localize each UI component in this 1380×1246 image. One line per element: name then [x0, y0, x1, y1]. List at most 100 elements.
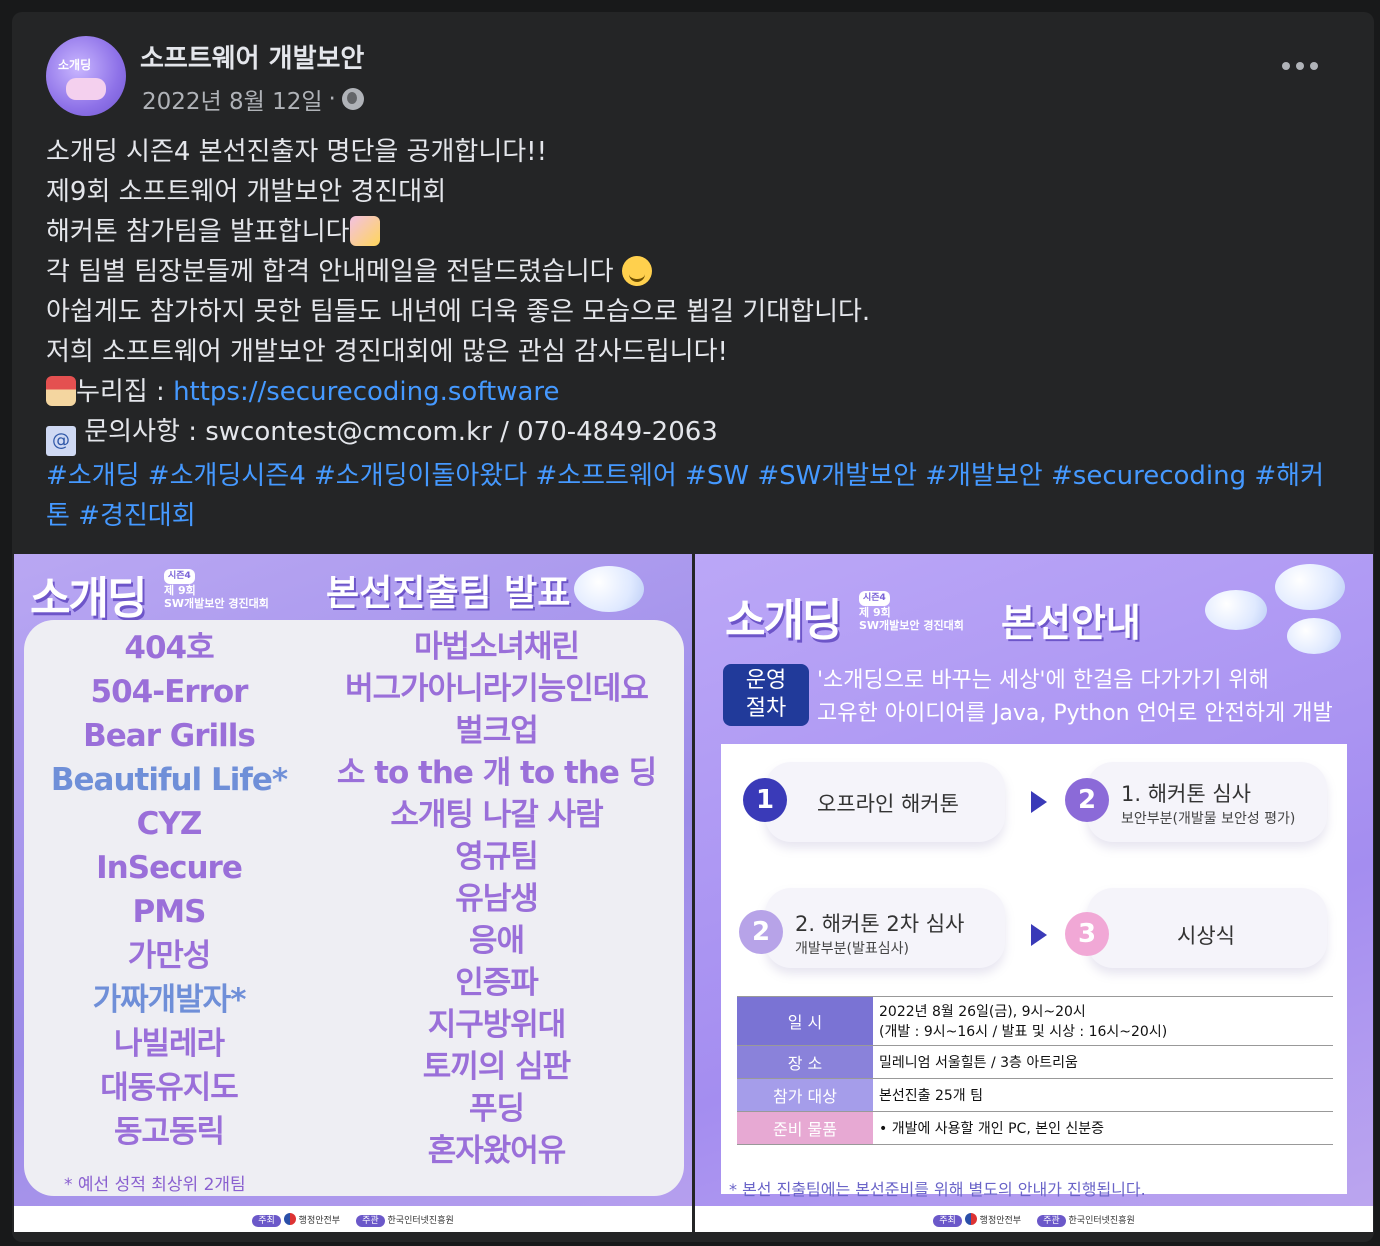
house-icon	[46, 376, 76, 406]
procedure-steps: 1 오프라인 해커톤 2 1. 해커톤 심사 보안부분(개발물 보안성 평가) …	[721, 744, 1347, 1194]
team-name-top-qualifier: 가짜개발자*	[92, 982, 247, 1018]
organizer-name: 한국인터넷진흥원	[387, 1215, 454, 1226]
step-title: 1. 해커톤 심사	[1121, 782, 1251, 806]
organizer-name: 한국인터넷진흥원	[1068, 1215, 1135, 1226]
team-name: 404호	[124, 630, 214, 666]
season-badge: 시즌4	[859, 591, 890, 606]
host-group: 주최 행정안전부	[252, 1212, 341, 1227]
team-name: 소개팅 나갈 사람	[390, 797, 603, 833]
team-name: 인증파	[455, 965, 539, 1001]
meta-separator: ·	[328, 86, 336, 112]
final-info-image[interactable]: 소개딩 시즌4 제 9회 SW개발보안 경진대회 본선안내 운영 절차 '소개딩…	[695, 554, 1373, 1232]
page-name[interactable]: 소프트웨어 개발보안	[140, 38, 364, 75]
table-value: • 개발에 사용할 개인 PC, 본인 신분증	[873, 1111, 1333, 1145]
post-date[interactable]: 2022년 8월 12일	[142, 82, 323, 116]
contact-text: 문의사항 : swcontest@cmcom.kr / 070-4849-206…	[76, 417, 718, 447]
team-name: 벌크업	[455, 713, 539, 749]
host-name: 행정안전부	[298, 1215, 341, 1226]
homepage-link[interactable]: https://securecoding.software	[173, 377, 559, 407]
table-value: 밀레니엄 서울힐튼 / 3층 아트리움	[873, 1045, 1333, 1079]
team-name: 동고동릭	[113, 1114, 225, 1150]
post-line: 아쉽게도 참가하지 못한 팀들도 내년에 더욱 좋은 모습으로 뵙길 기대합니다…	[46, 297, 871, 327]
step-number: 1	[743, 778, 787, 822]
table-row: 일 시 2022년 8월 26일(금), 9시~20시 (개발 : 9시~16시 …	[737, 996, 1333, 1046]
team-name: 나빌레라	[113, 1026, 225, 1062]
team-name-top-qualifier: Beautiful Life*	[50, 762, 288, 798]
government-seal-icon	[283, 1212, 296, 1225]
team-name: 504-Error	[90, 674, 249, 710]
post-meta: 2022년 8월 12일 ·	[142, 82, 364, 116]
post-line-text: 각 팀별 팀장분들께 합격 안내메일을 전달드렸습니다	[46, 257, 614, 287]
dot-icon	[1310, 62, 1318, 70]
host-label: 주최	[933, 1214, 962, 1227]
season-badge: 시즌4	[164, 569, 195, 584]
dot-icon	[1282, 62, 1290, 70]
table-value: 2022년 8월 26일(금), 9시~20시 (개발 : 9시~16시 / 발표…	[873, 996, 1333, 1046]
table-row: 장 소 밀레니엄 서울힐튼 / 3층 아트리움	[737, 1045, 1333, 1079]
edition-text: 제 9회	[164, 584, 196, 597]
sponsor-footer: 주최 행정안전부 주관 한국인터넷진흥원	[695, 1206, 1373, 1232]
host-name: 행정안전부	[979, 1215, 1022, 1226]
more-options-button[interactable]	[1282, 56, 1322, 76]
organizer-label: 주관	[1037, 1214, 1066, 1227]
table-row: 참가 대상 본선진출 25개 팀	[737, 1078, 1333, 1112]
team-name: 푸딩	[468, 1091, 525, 1127]
arrow-right-icon	[1031, 924, 1047, 946]
qualifier-note: * 예선 성적 최상위 2개팀	[64, 1175, 246, 1195]
homepage-label: 누리집 :	[76, 377, 174, 407]
operation-label: 운영 절차	[723, 664, 809, 726]
table-row: 준비 물품 • 개발에 사용할 개인 PC, 본인 신분증	[737, 1111, 1333, 1145]
team-name: 버그가아니라기능인데요	[345, 671, 649, 707]
event-logo: 소개딩	[725, 595, 842, 646]
team-name: PMS	[132, 894, 207, 930]
step-title: 2. 해커톤 2차 심사	[795, 912, 965, 936]
image-title: 본선안내	[1001, 601, 1141, 645]
teams-column-right: 마법소녀채린 버그가아니라기능인데요 벌크업 소 to the 개 to the…	[324, 626, 669, 1172]
contest-name: SW개발보안 경진대회	[859, 619, 964, 632]
facebook-post: 소개딩 소프트웨어 개발보안 2022년 8월 12일 · 소개딩 시즌4 본선…	[12, 12, 1374, 1242]
post-line: 해커톤 참가팀을 발표합니다	[46, 212, 1346, 252]
event-logo-subtitle: 시즌4 제 9회 SW개발보안 경진대회	[859, 590, 964, 632]
post-line: 각 팀별 팀장분들께 합격 안내메일을 전달드렸습니다	[46, 252, 1346, 292]
step-title: 시상식	[1177, 924, 1235, 948]
step-number: 3	[1065, 912, 1109, 956]
operation-line: '소개딩으로 바꾸는 세상'에 한걸음 다가가기 위해	[817, 668, 1269, 693]
post-line-text: 해커톤 참가팀을 발표합니다	[46, 217, 350, 247]
dot-icon	[1296, 62, 1304, 70]
post-line-homepage: 누리집 : https://securecoding.software	[46, 372, 1346, 412]
table-key: 장 소	[737, 1045, 873, 1079]
globe-icon[interactable]	[341, 88, 364, 110]
team-name: 지구방위대	[427, 1007, 567, 1043]
step-number: 2	[739, 910, 783, 954]
team-name: 유남생	[455, 881, 539, 917]
organizer-label: 주관	[356, 1214, 385, 1227]
sponsor-footer: 주최 행정안전부 주관 한국인터넷진흥원	[14, 1206, 692, 1232]
cloud-decoration	[1205, 590, 1267, 630]
step-number: 2	[1065, 778, 1109, 822]
host-group: 주최 행정안전부	[933, 1212, 1022, 1227]
table-value-line: 2022년 8월 26일(금), 9시~20시	[879, 1004, 1086, 1020]
hashtags[interactable]: #소개딩 #소개딩시즌4 #소개딩이돌아왔다 #소프트웨어 #SW #SW개발보…	[46, 456, 1346, 536]
step-subtitle: 보안부분(개발물 보안성 평가)	[1121, 811, 1296, 827]
team-name: 대동유지도	[100, 1070, 239, 1106]
team-name: 응애	[468, 923, 525, 959]
government-seal-icon	[964, 1212, 977, 1225]
teams-panel: 404호 504-Error Bear Grills Beautiful Lif…	[24, 620, 684, 1196]
post-text: 소개딩 시즌4 본선진출자 명단을 공개합니다!! 제9회 소프트웨어 개발보안…	[46, 132, 1346, 536]
team-name: CYZ	[136, 806, 203, 842]
page-avatar[interactable]: 소개딩	[46, 36, 126, 116]
step-subtitle: 개발부분(발표심사)	[795, 941, 909, 957]
smile-icon	[621, 256, 652, 286]
contest-name: SW개발보안 경진대회	[164, 597, 269, 610]
image-title: 본선진출팀 발표	[326, 573, 571, 614]
team-name: 영규팀	[455, 839, 539, 875]
event-logo-subtitle: 시즌4 제 9회 SW개발보안 경진대회	[164, 568, 269, 610]
table-value: 본선진출 25개 팀	[873, 1078, 1333, 1112]
team-name: InSecure	[96, 850, 243, 886]
avatar-logo-text: 소개딩	[58, 58, 92, 72]
team-name: 소 to the 개 to the 딩	[336, 755, 657, 791]
finalists-image[interactable]: 소개딩 시즌4 제 9회 SW개발보안 경진대회 본선진출팀 발표 404호 5…	[14, 554, 692, 1232]
post-line: 제9회 소프트웨어 개발보안 경진대회	[46, 177, 447, 207]
teams-column-left: 404호 504-Error Bear Grills Beautiful Lif…	[24, 626, 314, 1154]
post-header: 소개딩 소프트웨어 개발보안 2022년 8월 12일 ·	[12, 12, 1374, 116]
